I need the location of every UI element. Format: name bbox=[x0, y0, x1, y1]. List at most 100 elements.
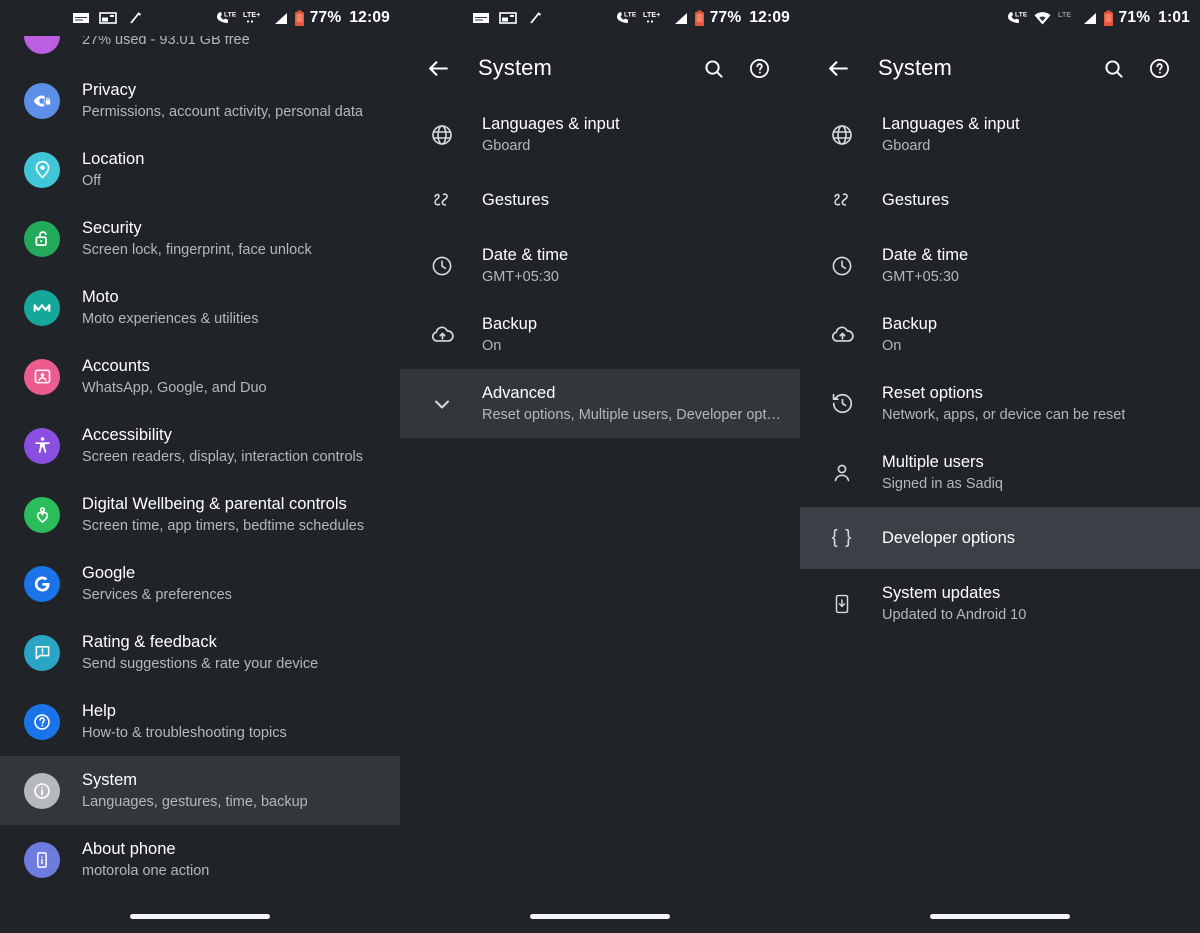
row-title: Accounts bbox=[82, 355, 267, 377]
system-row-system-updates[interactable]: System updates Updated to Android 10 bbox=[800, 569, 1200, 638]
screenshot-icon bbox=[99, 10, 117, 26]
system-row-languages-input[interactable]: Languages & input Gboard bbox=[400, 100, 800, 169]
settings-row-help[interactable]: Help How-to & troubleshooting topics bbox=[0, 687, 400, 756]
system-row-date-time[interactable]: Date & time GMT+05:30 bbox=[400, 231, 800, 300]
settings-row-about-phone[interactable]: About phone motorola one action bbox=[0, 825, 400, 894]
settings-row-system[interactable]: System Languages, gestures, time, backup bbox=[0, 756, 400, 825]
row-subtitle: motorola one action bbox=[82, 861, 209, 881]
slash-icon bbox=[526, 10, 544, 26]
row-title: System updates bbox=[882, 582, 1026, 604]
lte-plus-icon: LTE+ bbox=[242, 10, 268, 26]
search-icon[interactable] bbox=[1090, 45, 1136, 91]
row-subtitle: Network, apps, or device can be reset bbox=[882, 405, 1125, 425]
row-subtitle: Services & preferences bbox=[82, 585, 232, 605]
settings-row-location[interactable]: Location Off bbox=[0, 135, 400, 204]
settings-row-moto[interactable]: Moto Moto experiences & utilities bbox=[0, 273, 400, 342]
cloud-upload-icon bbox=[429, 322, 455, 348]
panel-system-collapsed: LTE LTE+ 77% 12:09 System bbox=[400, 0, 800, 933]
row-title: Privacy bbox=[82, 79, 363, 101]
globe-icon bbox=[429, 122, 455, 148]
row-title: Google bbox=[82, 562, 232, 584]
gestures-icon bbox=[829, 187, 855, 213]
system-row-gestures[interactable]: Gestures bbox=[800, 169, 1200, 231]
phone-lte-icon: LTE bbox=[615, 10, 637, 26]
wellbeing-heart-icon bbox=[24, 497, 60, 533]
page-title: System bbox=[878, 55, 952, 81]
settings-row-privacy[interactable]: Privacy Permissions, account activity, p… bbox=[0, 66, 400, 135]
row-title: Advanced bbox=[482, 382, 784, 404]
system-rows-3: Languages & input Gboard Gestures bbox=[800, 100, 1200, 638]
row-title: Moto bbox=[82, 286, 259, 308]
back-arrow-icon[interactable] bbox=[414, 44, 462, 92]
security-lock-icon bbox=[24, 221, 60, 257]
svg-text:LTE: LTE bbox=[1058, 12, 1071, 19]
chevron-down-icon bbox=[429, 391, 455, 417]
signal-bars-icon bbox=[673, 11, 689, 26]
status-bar-3: LTE LTE 71% 1:01 bbox=[800, 0, 1200, 36]
system-row-advanced[interactable]: Advanced Reset options, Multiple users, … bbox=[400, 369, 800, 438]
settings-row-google[interactable]: Google Services & preferences bbox=[0, 549, 400, 618]
home-indicator-1[interactable] bbox=[0, 914, 400, 919]
home-indicator-2[interactable] bbox=[400, 914, 800, 919]
row-title: Backup bbox=[482, 313, 537, 335]
home-indicator-3[interactable] bbox=[800, 914, 1200, 919]
svg-text:LTE+: LTE+ bbox=[643, 12, 661, 19]
row-title: Languages & input bbox=[482, 113, 620, 135]
system-icons-3: LTE LTE 71% 1:01 bbox=[1006, 9, 1190, 27]
row-subtitle: Gboard bbox=[482, 136, 620, 156]
system-icons-2: LTE LTE+ 77% 12:09 bbox=[615, 9, 790, 27]
settings-row-accounts[interactable]: Accounts WhatsApp, Google, and Duo bbox=[0, 342, 400, 411]
clock-1: 12:09 bbox=[349, 9, 390, 27]
row-subtitle: Off bbox=[82, 171, 144, 191]
back-arrow-icon[interactable] bbox=[814, 44, 862, 92]
lte-plus-icon: LTE+ bbox=[642, 10, 668, 26]
system-info-icon bbox=[24, 773, 60, 809]
system-row-reset-options[interactable]: Reset options Network, apps, or device c… bbox=[800, 369, 1200, 438]
row-title: Location bbox=[82, 148, 144, 170]
settings-row-digital-wellbeing[interactable]: Digital Wellbeing & parental controls Sc… bbox=[0, 480, 400, 549]
system-row-date-time[interactable]: Date & time GMT+05:30 bbox=[800, 231, 1200, 300]
help-icon[interactable] bbox=[1136, 45, 1182, 91]
signal-bars-icon bbox=[1082, 11, 1098, 26]
system-row-developer-options[interactable]: { } Developer options bbox=[800, 507, 1200, 569]
person-icon bbox=[829, 460, 855, 486]
battery-percent-3: 71% bbox=[1119, 9, 1151, 27]
row-subtitle: GMT+05:30 bbox=[482, 267, 568, 287]
clock-3: 1:01 bbox=[1158, 9, 1190, 27]
row-title: Date & time bbox=[882, 244, 968, 266]
settings-row-accessibility[interactable]: Accessibility Screen readers, display, i… bbox=[0, 411, 400, 480]
system-row-backup[interactable]: Backup On bbox=[800, 300, 1200, 369]
help-icon[interactable] bbox=[736, 45, 782, 91]
system-icons-1: LTE LTE+ 77% 12:09 bbox=[215, 9, 390, 27]
row-subtitle: Screen lock, fingerprint, face unlock bbox=[82, 240, 312, 260]
three-panel-screenshot: LTE LTE+ 77% 12:09 27% used - 93.01 GB f… bbox=[0, 0, 1200, 933]
about-phone-icon bbox=[24, 842, 60, 878]
row-subtitle: Gboard bbox=[882, 136, 1020, 156]
settings-row-security[interactable]: Security Screen lock, fingerprint, face … bbox=[0, 204, 400, 273]
wifi-icon bbox=[1033, 10, 1052, 26]
system-row-multiple-users[interactable]: Multiple users Signed in as Sadiq bbox=[800, 438, 1200, 507]
settings-row-rating-feedback[interactable]: Rating & feedback Send suggestions & rat… bbox=[0, 618, 400, 687]
row-title: Digital Wellbeing & parental controls bbox=[82, 493, 364, 515]
system-row-gestures[interactable]: Gestures bbox=[400, 169, 800, 231]
system-row-languages-input[interactable]: Languages & input Gboard bbox=[800, 100, 1200, 169]
storage-row-partial[interactable]: 27% used - 93.01 GB free bbox=[0, 36, 400, 66]
battery-icon bbox=[694, 10, 705, 27]
row-subtitle: How-to & troubleshooting topics bbox=[82, 723, 287, 743]
clock-2: 12:09 bbox=[749, 9, 790, 27]
row-subtitle: Signed in as Sadiq bbox=[882, 474, 1003, 494]
braces-icon: { } bbox=[829, 525, 855, 551]
row-subtitle: Moto experiences & utilities bbox=[82, 309, 259, 329]
lte-icon: LTE bbox=[1057, 10, 1077, 26]
search-icon[interactable] bbox=[690, 45, 736, 91]
accounts-person-icon bbox=[24, 359, 60, 395]
slash-icon bbox=[126, 10, 144, 26]
system-row-backup[interactable]: Backup On bbox=[400, 300, 800, 369]
battery-icon bbox=[1103, 10, 1114, 27]
row-subtitle: WhatsApp, Google, and Duo bbox=[82, 378, 267, 398]
svg-text:LTE: LTE bbox=[224, 12, 237, 19]
keyboard-icon bbox=[472, 10, 490, 26]
phone-lte-icon: LTE bbox=[215, 10, 237, 26]
reset-history-icon bbox=[829, 391, 855, 417]
gestures-icon bbox=[429, 187, 455, 213]
